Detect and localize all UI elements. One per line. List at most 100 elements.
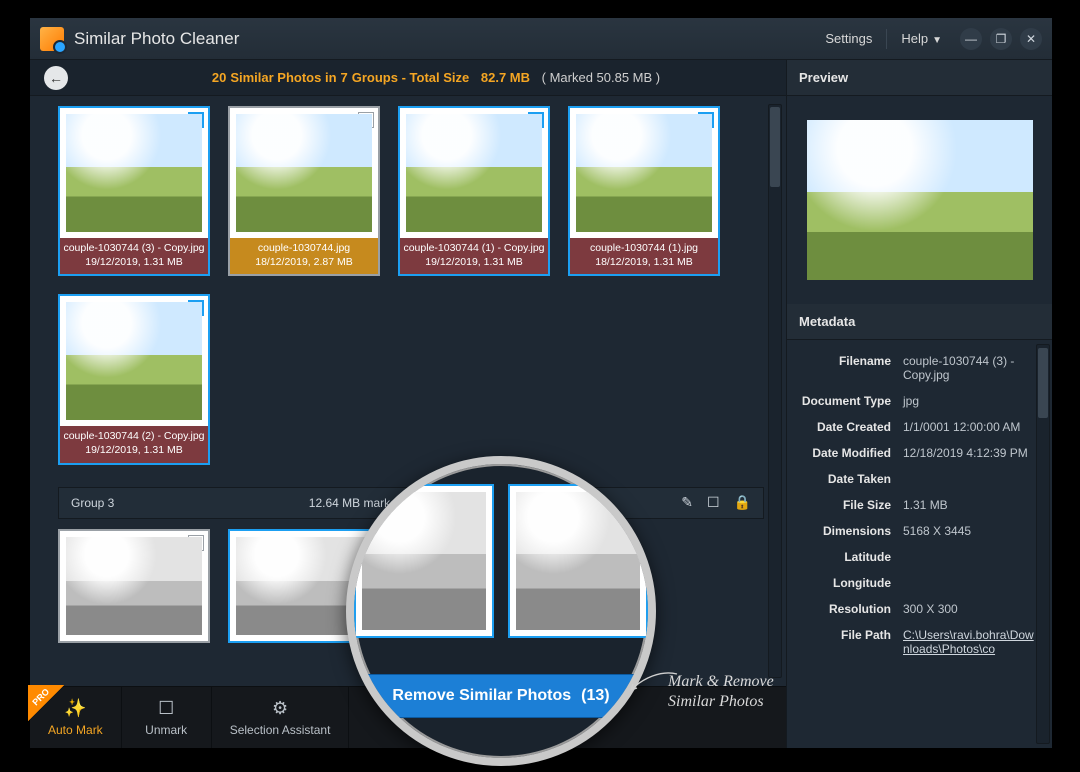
thumb-filename: couple-1030744 (2) - Copy.jpg bbox=[62, 430, 206, 444]
summary-count-label: Similar Photos in bbox=[230, 70, 336, 85]
photo-thumb[interactable]: ✔ couple-1030744 (3) - Copy.jpg 19/12/20… bbox=[58, 106, 210, 276]
thumb-caption: couple-1030744.jpg 18/12/2019, 2.87 MB bbox=[230, 238, 378, 274]
photo-thumb[interactable]: couple-1030744.jpg 18/12/2019, 2.87 MB bbox=[228, 106, 380, 276]
summary-bar: ← 20 Similar Photos in 7 Groups - Total … bbox=[30, 60, 786, 96]
thumb-meta: 18/12/2019, 1.31 MB bbox=[572, 256, 716, 270]
minimize-button[interactable]: — bbox=[960, 28, 982, 50]
thumb-caption: couple-1030744 (1).jpg 18/12/2019, 1.31 … bbox=[570, 238, 718, 274]
photo-thumb[interactable]: ✔ couple-1030744 (2) - Copy.jpg 19/12/20… bbox=[58, 294, 210, 464]
metadata-panel: Filenamecouple-1030744 (3) - Copy.jpg Do… bbox=[787, 340, 1052, 748]
unmark-label: Unmark bbox=[145, 723, 187, 737]
meta-key: Filename bbox=[795, 354, 903, 382]
summary-groups-label: Groups - Total Size bbox=[352, 70, 470, 85]
callout-line-2: Similar Photos bbox=[668, 692, 774, 712]
assistant-icon: ⚙ bbox=[272, 698, 288, 719]
meta-value: jpg bbox=[903, 394, 1034, 408]
group-2-thumbs: ✔ couple-1030744 (3) - Copy.jpg 19/12/20… bbox=[58, 106, 764, 465]
thumb-image bbox=[60, 296, 208, 426]
meta-key: Longitude bbox=[795, 576, 903, 590]
photo-thumb[interactable]: ✔ couple-1030744 (1) - Copy.jpg 19/12/20… bbox=[398, 106, 550, 276]
meta-value: 1.31 MB bbox=[903, 498, 1034, 512]
thumb-meta: 19/12/2019, 1.31 MB bbox=[62, 256, 206, 270]
close-button[interactable]: ✕ bbox=[1020, 28, 1042, 50]
summary-marked: ( Marked 50.85 MB ) bbox=[542, 70, 661, 85]
selection-assistant-button[interactable]: ⚙ Selection Assistant bbox=[212, 687, 350, 748]
maximize-button[interactable]: ❐ bbox=[990, 28, 1012, 50]
separator bbox=[886, 29, 887, 49]
thumb-caption: couple-1030744 (2) - Copy.jpg 19/12/2019… bbox=[60, 426, 208, 462]
thumb-filename: couple-1030744 (3) - Copy.jpg bbox=[62, 242, 206, 256]
meta-value-filepath[interactable]: C:\Users\ravi.bohra\Downloads\Photos\co bbox=[903, 628, 1034, 656]
gallery-scrollbar[interactable] bbox=[768, 104, 782, 678]
meta-key: Date Created bbox=[795, 420, 903, 434]
thumb-caption: couple-1030744 (3) - Copy.jpg 19/12/2019… bbox=[60, 238, 208, 274]
app-logo-icon bbox=[40, 27, 64, 51]
lock-icon[interactable]: 🔒 bbox=[734, 494, 751, 511]
thumb-image bbox=[356, 486, 492, 636]
thumb-filename: couple-1030744 (1).jpg bbox=[572, 242, 716, 256]
meta-key: File Path bbox=[795, 628, 903, 656]
meta-key: Document Type bbox=[795, 394, 903, 408]
meta-value bbox=[903, 550, 1034, 564]
app-title: Similar Photo Cleaner bbox=[74, 29, 239, 49]
thumb-filename: couple-1030744 (1) - Copy.jpg bbox=[402, 242, 546, 256]
preview-header: Preview bbox=[787, 60, 1052, 96]
settings-link[interactable]: Settings bbox=[815, 27, 882, 50]
callout-line-1: Mark & Remove bbox=[668, 672, 774, 692]
photo-thumb bbox=[508, 484, 648, 638]
meta-key: Date Taken bbox=[795, 472, 903, 486]
meta-value: 12/18/2019 4:12:39 PM bbox=[903, 446, 1034, 460]
meta-value: couple-1030744 (3) - Copy.jpg bbox=[903, 354, 1034, 382]
thumb-meta: 19/12/2019, 1.31 MB bbox=[62, 444, 206, 458]
thumb-image bbox=[230, 108, 378, 238]
wand-icon: ✨ bbox=[64, 698, 86, 719]
thumb-image bbox=[510, 486, 646, 636]
unmark-button[interactable]: ☐ Unmark bbox=[122, 687, 212, 748]
remove-similar-button[interactable]: Remove Similar Photos (13) bbox=[360, 674, 642, 718]
thumb-image bbox=[60, 108, 208, 238]
scrollbar-thumb[interactable] bbox=[770, 107, 780, 187]
app-window: Similar Photo Cleaner Settings Help ▼ — ❐… bbox=[30, 18, 1052, 748]
back-button[interactable]: ← bbox=[44, 66, 68, 90]
help-menu[interactable]: Help ▼ bbox=[891, 27, 952, 50]
metadata-header: Metadata bbox=[787, 304, 1052, 340]
thumb-meta: 18/12/2019, 2.87 MB bbox=[232, 256, 376, 270]
scrollbar-thumb[interactable] bbox=[1038, 348, 1048, 418]
metadata-scrollbar[interactable] bbox=[1036, 344, 1050, 744]
select-all-checkbox[interactable]: ☐ bbox=[707, 494, 720, 511]
square-icon: ☐ bbox=[158, 698, 174, 719]
remove-label: Remove Similar Photos bbox=[392, 687, 571, 705]
meta-value: 1/1/0001 12:00:00 AM bbox=[903, 420, 1034, 434]
pro-label: PRO bbox=[30, 687, 51, 708]
pro-badge: PRO bbox=[28, 685, 64, 721]
meta-key: Resolution bbox=[795, 602, 903, 616]
remove-count: (13) bbox=[581, 687, 609, 705]
meta-key: Latitude bbox=[795, 550, 903, 564]
thumb-image bbox=[400, 108, 548, 238]
photo-thumb bbox=[354, 484, 494, 638]
thumb-image bbox=[60, 531, 208, 641]
summary-count: 20 bbox=[212, 70, 226, 85]
meta-key: Dimensions bbox=[795, 524, 903, 538]
meta-key: Date Modified bbox=[795, 446, 903, 460]
thumb-caption: couple-1030744 (1) - Copy.jpg 19/12/2019… bbox=[400, 238, 548, 274]
photo-thumb[interactable] bbox=[58, 529, 210, 643]
group-name: Group 3 bbox=[71, 496, 151, 510]
help-label: Help bbox=[901, 31, 928, 46]
photo-thumb[interactable]: ✔ couple-1030744 (1).jpg 18/12/2019, 1.3… bbox=[568, 106, 720, 276]
summary-size: 82.7 MB bbox=[481, 70, 530, 85]
auto-mark-label: Auto Mark bbox=[48, 723, 103, 737]
meta-value bbox=[903, 472, 1034, 486]
chevron-down-icon: ▼ bbox=[932, 35, 942, 46]
callout-text: Mark & Remove Similar Photos bbox=[668, 672, 774, 712]
selection-assistant-label: Selection Assistant bbox=[230, 723, 331, 737]
meta-value: 5168 X 3445 bbox=[903, 524, 1034, 538]
thumb-meta: 19/12/2019, 1.31 MB bbox=[402, 256, 546, 270]
summary-groups: 7 bbox=[341, 70, 348, 85]
thumb-filename: couple-1030744.jpg bbox=[232, 242, 376, 256]
wand-icon[interactable]: ✎ bbox=[681, 494, 693, 511]
thumb-image bbox=[570, 108, 718, 238]
side-panel: Preview Metadata Filenamecouple-1030744 … bbox=[787, 60, 1052, 748]
meta-value: 300 X 300 bbox=[903, 602, 1034, 616]
meta-key: File Size bbox=[795, 498, 903, 512]
